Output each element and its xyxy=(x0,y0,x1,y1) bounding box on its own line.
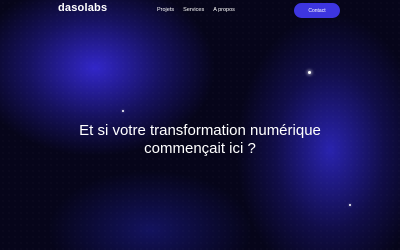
nav-link-projets[interactable]: Projets xyxy=(157,7,174,13)
hero-title: Et si votre transformation numérique com… xyxy=(0,122,400,158)
star-decoration xyxy=(122,110,124,112)
star-decoration xyxy=(308,71,311,74)
hero-title-line-2: commençait ici ? xyxy=(144,140,256,157)
hero-section: dasolabs Projets Services A propos Conta… xyxy=(0,0,400,250)
nav-link-services[interactable]: Services xyxy=(183,7,204,13)
nav-link-a-propos[interactable]: A propos xyxy=(213,7,235,13)
star-decoration xyxy=(349,204,351,206)
navbar: dasolabs Projets Services A propos Conta… xyxy=(0,0,400,22)
hero-title-line-1: Et si votre transformation numérique xyxy=(79,122,321,139)
brand-logo[interactable]: dasolabs xyxy=(58,2,107,14)
contact-button[interactable]: Contact xyxy=(294,3,340,18)
nav-links: Projets Services A propos xyxy=(157,7,235,13)
